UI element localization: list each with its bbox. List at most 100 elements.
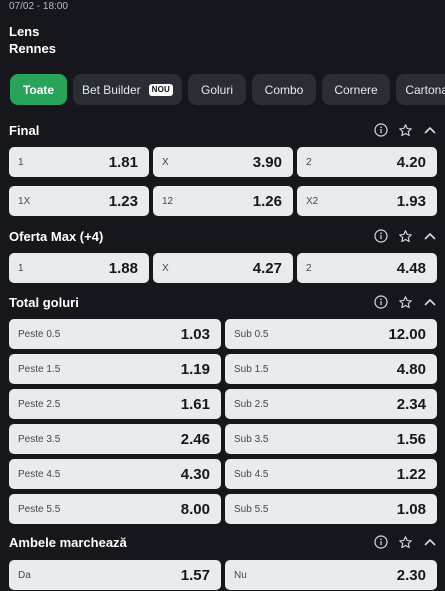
chevron-up-icon[interactable] xyxy=(423,535,437,549)
market-header-final[interactable]: Final xyxy=(9,121,437,139)
chevron-up-icon[interactable] xyxy=(423,295,437,309)
odd-button[interactable]: Sub 5.5 1.08 xyxy=(225,494,437,524)
tab-goluri[interactable]: Goluri xyxy=(188,74,246,105)
chevron-up-icon[interactable] xyxy=(423,123,437,137)
odd-value: 1.81 xyxy=(108,153,138,171)
odds-row: 1X 1.23 12 1.26 X2 1.93 xyxy=(9,186,437,216)
home-team: Lens xyxy=(9,24,40,39)
selection-label: Sub 2.5 xyxy=(234,398,269,410)
chevron-up-icon[interactable] xyxy=(423,229,437,243)
selection-label: 1X xyxy=(18,195,31,207)
odd-value: 1.19 xyxy=(180,360,210,378)
info-icon[interactable] xyxy=(374,229,388,243)
selection-label: 2 xyxy=(306,262,312,274)
selection-label: X xyxy=(162,262,169,274)
odd-button[interactable]: X 3.90 xyxy=(153,147,293,177)
odds-row: Peste 1.5 1.19 Sub 1.5 4.80 xyxy=(9,354,437,384)
odds-row: Peste 3.5 2.46 Sub 3.5 1.56 xyxy=(9,424,437,454)
selection-label: Peste 4.5 xyxy=(18,468,61,480)
odd-value: 4.20 xyxy=(396,153,426,171)
market-header-oferta-max[interactable]: Oferta Max (+4) xyxy=(9,227,437,245)
odd-value: 12.00 xyxy=(388,325,426,343)
odd-value: 1.03 xyxy=(180,325,210,343)
odd-button[interactable]: Peste 5.5 8.00 xyxy=(9,494,221,524)
selection-label: Peste 2.5 xyxy=(18,398,61,410)
odd-button[interactable]: Peste 0.5 1.03 xyxy=(9,319,221,349)
odd-value: 4.27 xyxy=(252,259,282,277)
market-header-ambele-marcheaza[interactable]: Ambele marchează xyxy=(9,533,437,551)
match-datetime: 07/02 - 18:00 xyxy=(9,1,68,12)
selection-label: Sub 4.5 xyxy=(234,468,269,480)
odd-button[interactable]: Peste 4.5 4.30 xyxy=(9,459,221,489)
odd-value: 2.30 xyxy=(396,566,426,584)
selection-label: X2 xyxy=(306,195,319,207)
odd-button[interactable]: X2 1.93 xyxy=(297,186,437,216)
odd-value: 3.90 xyxy=(252,153,282,171)
odd-value: 1.57 xyxy=(180,566,210,584)
selection-label: Sub 5.5 xyxy=(234,503,269,515)
info-icon[interactable] xyxy=(374,123,388,137)
odd-button[interactable]: Sub 0.5 12.00 xyxy=(225,319,437,349)
odd-value: 1.22 xyxy=(396,465,426,483)
away-team: Rennes xyxy=(9,41,56,56)
odd-button[interactable]: 1X 1.23 xyxy=(9,186,149,216)
selection-label: Sub 3.5 xyxy=(234,433,269,445)
selection-label: Peste 5.5 xyxy=(18,503,61,515)
match-header: 07/02 - 18:00 Lens Rennes xyxy=(9,0,439,57)
market-header-total-goluri[interactable]: Total goluri xyxy=(9,293,437,311)
odd-value: 1.26 xyxy=(252,192,282,210)
odd-value: 1.08 xyxy=(396,500,426,518)
selection-label: Peste 3.5 xyxy=(18,433,61,445)
odds-row: Peste 2.5 1.61 Sub 2.5 2.34 xyxy=(9,389,437,419)
info-icon[interactable] xyxy=(374,295,388,309)
odds-row: 1 1.81 X 3.90 2 4.20 xyxy=(9,147,437,177)
selection-label: Nu xyxy=(234,569,247,581)
selection-label: X xyxy=(162,156,169,168)
odds-row: Peste 5.5 8.00 Sub 5.5 1.08 xyxy=(9,494,437,524)
odd-value: 1.93 xyxy=(396,192,426,210)
odd-value: 2.46 xyxy=(180,430,210,448)
odd-button[interactable]: Sub 1.5 4.80 xyxy=(225,354,437,384)
odd-button[interactable]: 2 4.48 xyxy=(297,253,437,283)
odd-button[interactable]: Sub 2.5 2.34 xyxy=(225,389,437,419)
selection-label: Peste 1.5 xyxy=(18,363,61,375)
tab-toate[interactable]: Toate xyxy=(10,74,67,105)
odd-button[interactable]: 1 1.88 xyxy=(9,253,149,283)
odd-value: 8.00 xyxy=(180,500,210,518)
odds-row: Da 1.57 Nu 2.30 xyxy=(9,560,437,590)
tab-cartonase[interactable]: Cartonașe xyxy=(396,74,445,105)
odd-button[interactable]: Sub 3.5 1.56 xyxy=(225,424,437,454)
odd-value: 1.88 xyxy=(108,259,138,277)
odd-button[interactable]: Peste 2.5 1.61 xyxy=(9,389,221,419)
odds-row: 1 1.88 X 4.27 2 4.48 xyxy=(9,253,437,283)
odd-value: 1.61 xyxy=(180,395,210,413)
market-title: Total goluri xyxy=(9,294,79,310)
odd-value: 1.23 xyxy=(108,192,138,210)
info-icon[interactable] xyxy=(374,535,388,549)
odd-button[interactable]: Peste 1.5 1.19 xyxy=(9,354,221,384)
odd-button[interactable]: 12 1.26 xyxy=(153,186,293,216)
star-icon[interactable] xyxy=(398,295,413,310)
odds-row: Peste 4.5 4.30 Sub 4.5 1.22 xyxy=(9,459,437,489)
selection-label: Peste 0.5 xyxy=(18,328,61,340)
odd-value: 1.56 xyxy=(396,430,426,448)
selection-label: Sub 0.5 xyxy=(234,328,269,340)
selection-label: 2 xyxy=(306,156,312,168)
tab-cornere[interactable]: Cornere xyxy=(322,74,390,105)
odd-button[interactable]: 2 4.20 xyxy=(297,147,437,177)
star-icon[interactable] xyxy=(398,123,413,138)
odd-value: 4.48 xyxy=(396,259,426,277)
odd-button[interactable]: Peste 3.5 2.46 xyxy=(9,424,221,454)
tab-bet-builder[interactable]: Bet Builder NOU xyxy=(73,74,182,105)
star-icon[interactable] xyxy=(398,229,413,244)
odds-row: Peste 0.5 1.03 Sub 0.5 12.00 xyxy=(9,319,437,349)
selection-label: Sub 1.5 xyxy=(234,363,269,375)
odd-button[interactable]: Da 1.57 xyxy=(9,560,221,590)
tab-combo[interactable]: Combo xyxy=(252,74,316,105)
odd-button[interactable]: Sub 4.5 1.22 xyxy=(225,459,437,489)
odd-button[interactable]: X 4.27 xyxy=(153,253,293,283)
odd-value: 4.30 xyxy=(180,465,210,483)
odd-button[interactable]: Nu 2.30 xyxy=(225,560,437,590)
odd-button[interactable]: 1 1.81 xyxy=(9,147,149,177)
star-icon[interactable] xyxy=(398,535,413,550)
